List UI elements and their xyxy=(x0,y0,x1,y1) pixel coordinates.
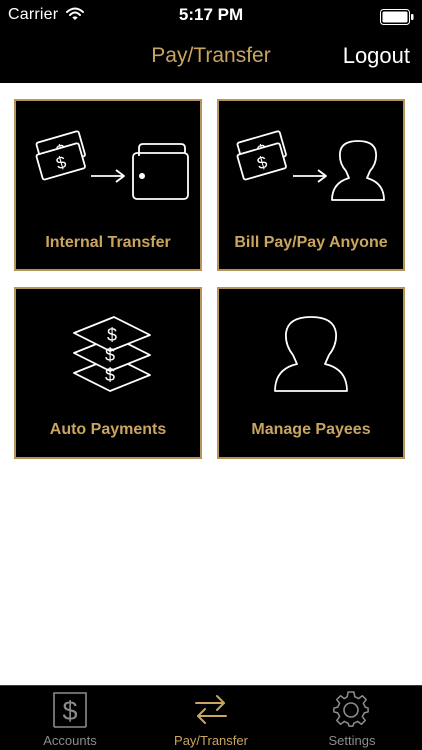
svg-text:$: $ xyxy=(105,345,115,365)
tab-accounts[interactable]: $ Accounts xyxy=(0,686,140,750)
tile-label: Auto Payments xyxy=(49,421,167,438)
navigation-bar: Pay/Transfer Logout xyxy=(0,34,422,83)
status-bar: Carrier 5:17 PM xyxy=(0,0,422,34)
battery-icon xyxy=(380,9,414,25)
tile-label: Internal Transfer xyxy=(45,234,171,251)
svg-text:$: $ xyxy=(62,696,77,726)
svg-text:$: $ xyxy=(105,365,115,385)
tile-label: Bill Pay/Pay Anyone xyxy=(234,234,388,251)
bill-pay-tile[interactable]: $ $ Bill Pay/Pay Anyone xyxy=(217,99,405,271)
tab-label: Pay/Transfer xyxy=(174,733,248,748)
tab-pay-transfer[interactable]: Pay/Transfer xyxy=(141,686,281,750)
logout-button[interactable]: Logout xyxy=(343,43,410,69)
transfer-arrows-icon xyxy=(195,695,227,724)
app-screen: Carrier 5:17 PM Pay/Transfer Logout $ In… xyxy=(0,0,422,750)
svg-text:$: $ xyxy=(107,325,117,345)
tab-settings[interactable]: Settings xyxy=(282,686,422,750)
manage-payees-tile[interactable]: Manage Payees xyxy=(217,287,405,459)
auto-payments-tile[interactable]: $ $ $ Auto Payments xyxy=(14,287,202,459)
tile-label: Manage Payees xyxy=(251,421,371,438)
internal-transfer-tile[interactable]: $ $ Internal Transfer xyxy=(14,99,202,271)
tab-bar: $ Accounts Pay/Transfer Settings xyxy=(0,685,422,750)
status-time: 5:17 PM xyxy=(178,5,244,24)
person-silhouette-icon xyxy=(274,316,348,392)
tab-label: Accounts xyxy=(43,733,97,748)
money-to-wallet-icon: $ $ xyxy=(35,130,189,200)
stacked-bills-icon: $ $ $ xyxy=(73,316,151,392)
dollar-document-icon: $ xyxy=(53,692,87,728)
gear-icon xyxy=(333,691,369,727)
money-to-person-icon: $ $ xyxy=(236,130,385,201)
tab-label: Settings xyxy=(328,733,376,748)
